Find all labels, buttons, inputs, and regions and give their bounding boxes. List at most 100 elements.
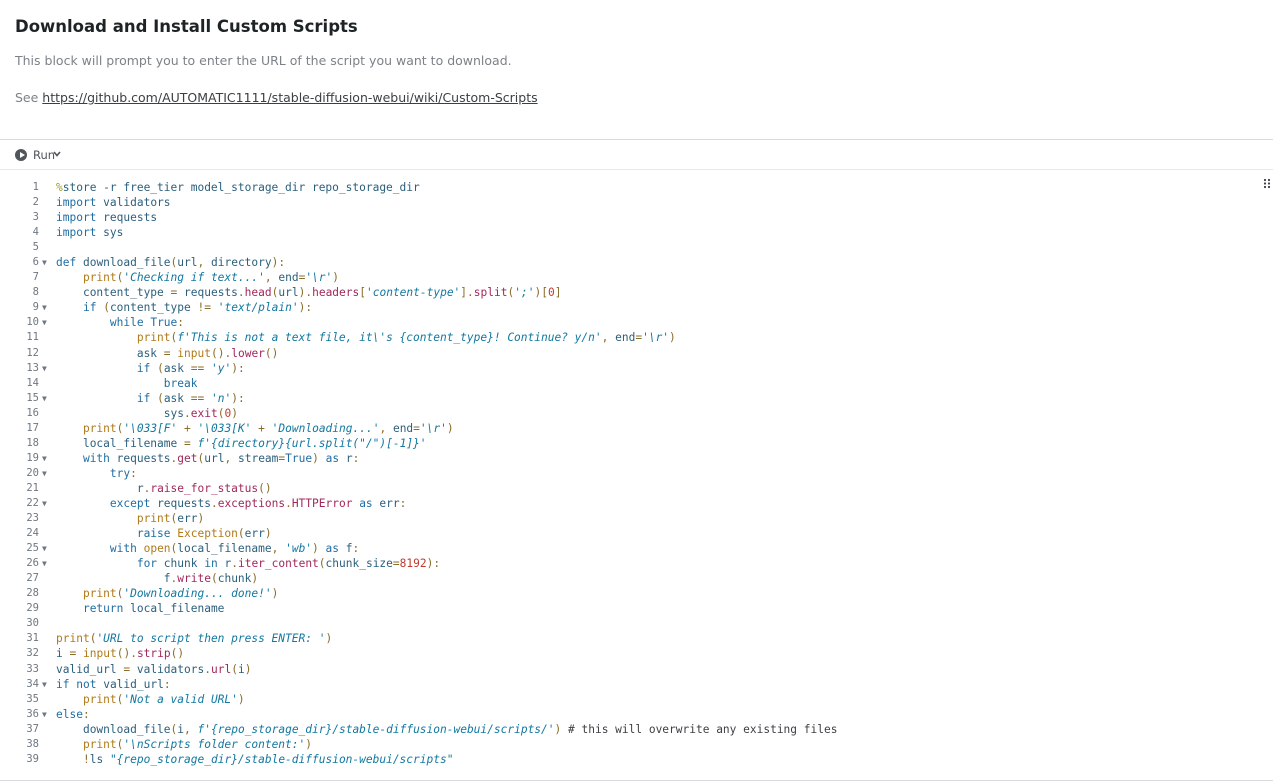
code-text: local_filename = f'{directory}{url.split…	[82, 436, 427, 450]
code-editor[interactable]: 1 %store -r free_tier model_storage_dir r…	[0, 180, 1273, 767]
code-text: print('Downloading... done!')	[82, 587, 279, 601]
code-text: import requests	[56, 211, 158, 225]
chevron-down-icon[interactable]	[52, 149, 62, 159]
code-text: with open(local_filename, 'wb') as f:	[109, 542, 360, 556]
line-number: 15	[26, 391, 39, 404]
fold-toggle-icon[interactable]: ▼	[42, 300, 47, 315]
line-number: 19	[26, 451, 39, 464]
fold-toggle-icon[interactable]: ▼	[42, 466, 47, 481]
code-text: if (ask == 'n'):	[136, 391, 245, 405]
line-number: 39	[26, 752, 39, 765]
cell-toolbar: Run	[0, 140, 1273, 170]
code-line[interactable]: 2 import validators	[0, 195, 1273, 210]
fold-toggle-icon[interactable]: ▼	[42, 707, 47, 722]
code-text: def download_file(url, directory):	[56, 256, 286, 270]
code-text: while True:	[109, 316, 185, 330]
code-text: !ls "{repo_storage_dir}/stable-diffusion…	[82, 752, 454, 766]
code-text: if not valid_url:	[56, 677, 171, 691]
line-number: 23	[26, 512, 39, 525]
line-number: 2	[32, 196, 39, 209]
code-line[interactable]: 14 break	[0, 376, 1273, 391]
code-line[interactable]: 11 print(f'This is not a text file, it\'…	[0, 330, 1273, 345]
code-text: import validators	[56, 196, 171, 210]
code-line[interactable]: 12 ask = input().lower()	[0, 346, 1273, 361]
code-line[interactable]: 20 ▼ try:	[0, 466, 1273, 481]
line-number: 22	[26, 496, 39, 509]
code-line[interactable]: 36 ▼ else:	[0, 707, 1273, 722]
code-line[interactable]: 29 return local_filename	[0, 601, 1273, 616]
fold-toggle-icon[interactable]: ▼	[42, 361, 47, 376]
code-line[interactable]: 19 ▼ with requests.get(url, stream=True) …	[0, 451, 1273, 466]
code-line[interactable]: 9 ▼ if (content_type != 'text/plain'):	[0, 300, 1273, 315]
code-line[interactable]: 3 import requests	[0, 210, 1273, 225]
code-text: for chunk in r.iter_content(chunk_size=8…	[136, 557, 441, 571]
line-number: 12	[26, 346, 39, 359]
code-line[interactable]: 17 print('\033[F' + '\033[K' + 'Download…	[0, 421, 1273, 436]
code-line[interactable]: 30	[0, 616, 1273, 631]
code-line[interactable]: 22 ▼ except requests.exceptions.HTTPError…	[0, 496, 1273, 511]
code-line[interactable]: 7 print('Checking if text...', end='\r')	[0, 270, 1273, 285]
section-description: This block will prompt you to enter the …	[15, 53, 512, 68]
fold-toggle-icon[interactable]: ▼	[42, 315, 47, 330]
code-line[interactable]: 35 print('Not a valid URL')	[0, 692, 1273, 707]
line-number: 27	[26, 572, 39, 585]
code-line[interactable]: 1 %store -r free_tier model_storage_dir r…	[0, 180, 1273, 195]
line-number: 13	[26, 361, 39, 374]
code-line[interactable]: 5	[0, 240, 1273, 255]
code-line[interactable]: 23 print(err)	[0, 511, 1273, 526]
run-button[interactable]: Run	[15, 147, 55, 163]
line-number: 16	[26, 406, 39, 419]
line-number: 7	[32, 271, 39, 284]
fold-toggle-icon[interactable]: ▼	[42, 255, 47, 270]
line-number: 35	[26, 692, 39, 705]
line-number: 36	[26, 707, 39, 720]
code-line[interactable]: 6 ▼ def download_file(url, directory):	[0, 255, 1273, 270]
line-number: 9	[32, 301, 39, 314]
code-text: else:	[56, 707, 90, 721]
fold-toggle-icon[interactable]: ▼	[42, 677, 47, 692]
line-number: 10	[26, 316, 39, 329]
code-line[interactable]: 25 ▼ with open(local_filename, 'wb') as f…	[0, 541, 1273, 556]
line-number: 33	[26, 662, 39, 675]
line-number: 29	[26, 602, 39, 615]
line-number: 3	[32, 211, 39, 224]
code-line[interactable]: 10 ▼ while True:	[0, 315, 1273, 330]
code-line[interactable]: 34 ▼ if not valid_url:	[0, 677, 1273, 692]
code-text: except requests.exceptions.HTTPError as …	[109, 496, 407, 510]
code-line[interactable]: 37 download_file(i, f'{repo_storage_dir}…	[0, 722, 1273, 737]
code-text: print('Checking if text...', end='\r')	[82, 271, 340, 285]
code-text: import sys	[56, 226, 124, 240]
code-text: print(f'This is not a text file, it\'s {…	[136, 331, 676, 345]
code-line[interactable]: 18 local_filename = f'{directory}{url.sp…	[0, 436, 1273, 451]
code-text: i = input().strip()	[56, 647, 185, 661]
line-number: 38	[26, 737, 39, 750]
code-line[interactable]: 38 print('\nScripts folder content:')	[0, 737, 1273, 752]
code-line[interactable]: 15 ▼ if (ask == 'n'):	[0, 391, 1273, 406]
play-circle-icon	[15, 149, 27, 161]
code-line[interactable]: 31 print('URL to script then press ENTER:…	[0, 631, 1273, 646]
fold-toggle-icon[interactable]: ▼	[42, 391, 47, 406]
code-line[interactable]: 13 ▼ if (ask == 'y'):	[0, 361, 1273, 376]
code-line[interactable]: 8 content_type = requests.head(url).head…	[0, 285, 1273, 300]
code-line[interactable]: 21 r.raise_for_status()	[0, 481, 1273, 496]
code-line[interactable]: 28 print('Downloading... done!')	[0, 586, 1273, 601]
line-number: 26	[26, 557, 39, 570]
code-line[interactable]: 33 valid_url = validators.url(i)	[0, 662, 1273, 677]
code-text: print('Not a valid URL')	[82, 692, 245, 706]
fold-toggle-icon[interactable]: ▼	[42, 451, 47, 466]
line-number: 1	[32, 181, 39, 193]
code-line[interactable]: 39 !ls "{repo_storage_dir}/stable-diffus…	[0, 752, 1273, 767]
code-line[interactable]: 27 f.write(chunk)	[0, 571, 1273, 586]
code-line[interactable]: 4 import sys	[0, 225, 1273, 240]
code-line[interactable]: 16 sys.exit(0)	[0, 406, 1273, 421]
fold-toggle-icon[interactable]: ▼	[42, 496, 47, 511]
code-text: content_type = requests.head(url).header…	[82, 286, 562, 300]
code-line[interactable]: 24 raise Exception(err)	[0, 526, 1273, 541]
code-line[interactable]: 32 i = input().strip()	[0, 646, 1273, 661]
line-number: 24	[26, 527, 39, 540]
fold-toggle-icon[interactable]: ▼	[42, 556, 47, 571]
custom-scripts-link[interactable]: https://github.com/AUTOMATIC1111/stable-…	[42, 90, 537, 105]
code-line[interactable]: 26 ▼ for chunk in r.iter_content(chunk_si…	[0, 556, 1273, 571]
line-number: 28	[26, 587, 39, 600]
fold-toggle-icon[interactable]: ▼	[42, 541, 47, 556]
